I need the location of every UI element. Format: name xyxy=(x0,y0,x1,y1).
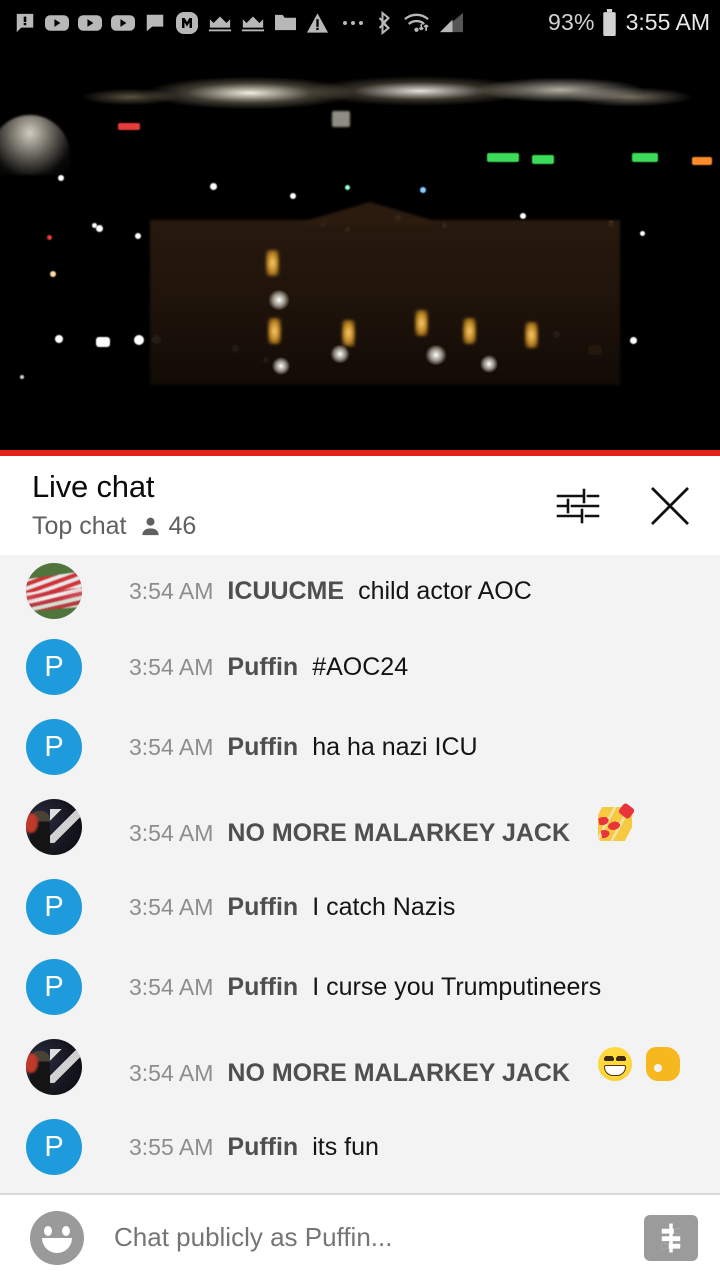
message-timestamp: 3:54 AM xyxy=(129,1059,214,1086)
nail-polish-emoji xyxy=(598,806,633,841)
chat-message[interactable]: 3:54 AM NO MORE MALARKEY JACK xyxy=(0,787,720,867)
chat-mode-label[interactable]: Top chat xyxy=(32,512,127,541)
chat-message[interactable]: P 3:54 AM Puffin ha ha nazi ICU xyxy=(0,707,720,787)
message-timestamp: 3:54 AM xyxy=(129,577,214,604)
avatar-letter: P xyxy=(44,890,64,923)
folder-icon xyxy=(275,14,296,31)
smiley-face-icon[interactable] xyxy=(30,1210,84,1265)
chat-message[interactable]: P 3:54 AM Puffin #AOC24 xyxy=(0,627,720,707)
dollar-sign-icon xyxy=(661,1223,681,1252)
chat-message[interactable]: P 3:54 AM Puffin I catch Nazis xyxy=(0,867,720,947)
viewer-count: 46 xyxy=(139,511,197,541)
status-bar-clock: 3:55 AM xyxy=(625,9,710,35)
avatar-letter: P xyxy=(44,1130,64,1163)
chat-message[interactable]: 3:54 AM NO MORE MALARKEY JACK xyxy=(0,1027,720,1107)
message-timestamp: 3:54 AM xyxy=(129,819,214,846)
chat-message-list[interactable]: 3:54 AM ICUUCME child actor AOC P 3:54 A… xyxy=(0,555,720,1195)
flagpole xyxy=(338,93,343,218)
message-author[interactable]: NO MORE MALARKEY JACK xyxy=(227,1059,570,1088)
chat-header-actions xyxy=(554,482,694,530)
chat-message[interactable]: 3:54 AM ICUUCME child actor AOC xyxy=(0,555,720,627)
avatar[interactable] xyxy=(26,799,82,855)
avatar-letter: P xyxy=(44,730,64,763)
message-author[interactable]: Puffin xyxy=(227,893,298,922)
m-badge-icon xyxy=(176,11,198,34)
grinning-face-emoji xyxy=(598,1046,633,1081)
youtube-icon xyxy=(45,14,69,31)
status-bar-system-icons: 93% 3:55 AM xyxy=(548,9,710,36)
message-timestamp: 3:54 AM xyxy=(129,893,214,920)
white-house-building xyxy=(150,220,620,385)
video-player[interactable] xyxy=(0,45,720,450)
chat-subheader: Top chat 46 xyxy=(32,512,554,541)
message-text: I curse you Trumputineers xyxy=(312,972,602,1001)
message-timestamp: 3:55 AM xyxy=(129,1133,214,1160)
message-timestamp: 3:54 AM xyxy=(129,733,214,760)
youtube-icon xyxy=(111,14,135,31)
battery-full-icon xyxy=(602,9,616,36)
message-author[interactable]: ICUUCME xyxy=(227,577,344,606)
bluetooth-icon xyxy=(378,10,391,35)
avatar[interactable]: P xyxy=(26,959,82,1015)
message-author[interactable]: NO MORE MALARKEY JACK xyxy=(227,819,570,848)
ok-hand-emoji xyxy=(646,1046,681,1081)
message-timestamp: 3:54 AM xyxy=(129,653,214,680)
more-dots-icon xyxy=(343,20,363,25)
message-text: its fun xyxy=(312,1132,379,1161)
message-text: I catch Nazis xyxy=(312,892,456,921)
chat-message[interactable]: P 3:55 AM Puffin its fun xyxy=(0,1107,720,1187)
chat-input[interactable] xyxy=(114,1222,644,1253)
chat-message[interactable]: P 3:54 AM Puffin I curse you Trumputinee… xyxy=(0,947,720,1027)
crown-icon xyxy=(241,16,265,31)
live-chat-header: Live chat Top chat 46 xyxy=(0,456,720,555)
city-skyline-lights xyxy=(0,45,720,165)
status-bar-notification-icons xyxy=(14,10,548,35)
avatar[interactable] xyxy=(26,1039,82,1095)
message-text: #AOC24 xyxy=(312,652,409,681)
avatar[interactable]: P xyxy=(26,1119,82,1175)
chat-input-bar xyxy=(0,1195,720,1280)
message-timestamp: 3:54 AM xyxy=(129,973,214,1000)
status-bar: 93% 3:55 AM xyxy=(0,0,720,45)
message-text: child actor AOC xyxy=(358,576,532,605)
message-alert-icon xyxy=(16,13,34,32)
message-author[interactable]: Puffin xyxy=(227,733,298,762)
avatar-letter: P xyxy=(44,650,64,683)
signal-icon xyxy=(439,12,464,33)
message-text: ha ha nazi ICU xyxy=(312,732,478,761)
avatar[interactable]: P xyxy=(26,879,82,935)
message-author[interactable]: Puffin xyxy=(227,1133,298,1162)
battery-percent-label: 93% xyxy=(547,9,595,35)
close-icon[interactable] xyxy=(646,482,694,530)
tune-sliders-icon[interactable] xyxy=(554,482,602,530)
message-author[interactable]: Puffin xyxy=(227,653,298,682)
person-icon xyxy=(141,517,159,535)
avatar[interactable]: P xyxy=(26,719,82,775)
chat-header-titles: Live chat Top chat 46 xyxy=(32,469,554,541)
warning-triangle-icon xyxy=(306,12,329,33)
avatar[interactable] xyxy=(26,563,82,619)
message-icon xyxy=(146,14,164,31)
avatar[interactable]: P xyxy=(26,639,82,695)
youtube-icon xyxy=(78,14,102,31)
page-title: Live chat xyxy=(32,469,155,505)
crown-icon xyxy=(208,16,232,31)
live-chat-screen: 93% 3:55 AM Live chat Top chat 46 3:54 A… xyxy=(0,0,720,1280)
message-author[interactable]: Puffin xyxy=(227,973,298,1002)
superchat-button[interactable] xyxy=(644,1214,698,1261)
wifi-transfer-icon xyxy=(404,13,429,32)
viewer-count-number: 46 xyxy=(168,511,197,540)
avatar-letter: P xyxy=(44,970,64,1003)
